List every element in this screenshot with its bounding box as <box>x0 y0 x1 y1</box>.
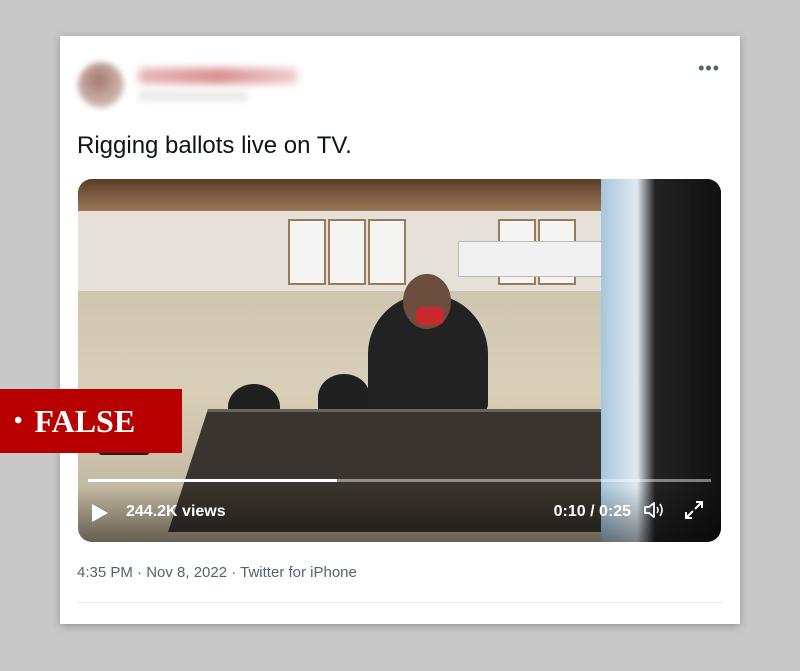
tweet-timestamp[interactable]: 4:35 PM · Nov 8, 2022 · Twitter for iPho… <box>77 564 357 581</box>
video-window <box>328 219 366 285</box>
video-controls: 244.2K views 0:10 / 0:25 <box>78 486 721 542</box>
false-label-badge: • FALSE <box>0 389 182 453</box>
more-options-icon[interactable]: ••• <box>698 58 720 79</box>
video-window <box>368 219 406 285</box>
blurred-author-handle <box>138 90 248 102</box>
video-progress-fill <box>88 479 338 482</box>
divider <box>77 602 723 603</box>
view-count: 244.2K views <box>126 503 226 520</box>
voting-booths <box>458 241 620 277</box>
fullscreen-icon[interactable] <box>683 499 705 527</box>
volume-icon[interactable] <box>643 500 667 522</box>
false-label-bullet: • <box>14 407 23 434</box>
tweet-text: Rigging ballots live on TV. <box>77 132 352 159</box>
author-header[interactable] <box>78 58 318 114</box>
video-face-mask <box>416 307 444 325</box>
video-progress-bar[interactable] <box>88 479 711 482</box>
blurred-author-name <box>138 68 298 84</box>
video-player[interactable]: 244.2K views 0:10 / 0:25 <box>78 179 721 542</box>
tweet-card: ••• Rigging ballots live on TV. 244.2K v… <box>60 36 740 624</box>
false-label-text: FALSE <box>34 402 136 439</box>
video-time: 0:10 / 0:25 <box>553 503 631 520</box>
video-window <box>288 219 326 285</box>
play-icon[interactable] <box>92 504 108 522</box>
avatar[interactable] <box>78 62 124 108</box>
